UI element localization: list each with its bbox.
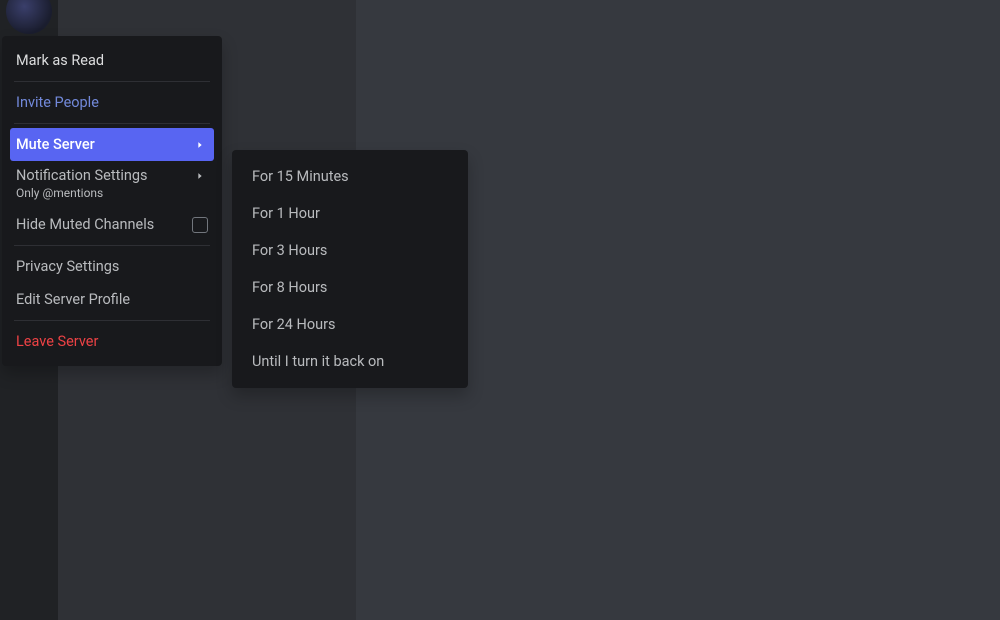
menu-label: Leave Server (16, 333, 98, 350)
submenu-item-3-hours[interactable]: For 3 Hours (240, 232, 460, 269)
menu-item-invite-people[interactable]: Invite People (10, 86, 214, 119)
menu-label: Invite People (16, 94, 99, 111)
menu-item-edit-server-profile[interactable]: Edit Server Profile (10, 283, 214, 316)
menu-sublabel: Only @mentions (16, 186, 103, 200)
chevron-right-icon (192, 137, 208, 153)
submenu-label: For 3 Hours (252, 242, 327, 259)
submenu-item-8-hours[interactable]: For 8 Hours (240, 269, 460, 306)
submenu-label: For 1 Hour (252, 205, 320, 222)
server-context-menu: Mark as Read Invite People Mute Server N… (2, 36, 222, 366)
menu-label: Notification Settings (16, 167, 147, 184)
menu-item-notification-settings[interactable]: Notification Settings Only @mentions (10, 161, 214, 208)
menu-item-mute-server[interactable]: Mute Server (10, 128, 214, 161)
menu-label: Mark as Read (16, 52, 104, 69)
menu-item-privacy-settings[interactable]: Privacy Settings (10, 250, 214, 283)
submenu-label: For 15 Minutes (252, 168, 349, 185)
menu-separator (14, 81, 210, 82)
menu-item-leave-server[interactable]: Leave Server (10, 325, 214, 358)
menu-separator (14, 320, 210, 321)
submenu-item-15-min[interactable]: For 15 Minutes (240, 158, 460, 195)
menu-label: Hide Muted Channels (16, 216, 154, 233)
server-avatar[interactable] (6, 0, 52, 34)
menu-separator (14, 123, 210, 124)
menu-separator (14, 245, 210, 246)
submenu-item-until-back-on[interactable]: Until I turn it back on (240, 343, 460, 380)
submenu-label: For 24 Hours (252, 316, 336, 333)
submenu-label: Until I turn it back on (252, 353, 384, 370)
checkbox-icon (192, 217, 208, 233)
menu-item-mark-read[interactable]: Mark as Read (10, 44, 214, 77)
menu-label: Edit Server Profile (16, 291, 130, 308)
menu-label: Mute Server (16, 136, 95, 153)
menu-item-hide-muted[interactable]: Hide Muted Channels (10, 208, 214, 241)
submenu-item-24-hours[interactable]: For 24 Hours (240, 306, 460, 343)
mute-duration-submenu: For 15 Minutes For 1 Hour For 3 Hours Fo… (232, 150, 468, 388)
submenu-item-1-hour[interactable]: For 1 Hour (240, 195, 460, 232)
submenu-label: For 8 Hours (252, 279, 327, 296)
menu-label: Privacy Settings (16, 258, 119, 275)
chevron-right-icon (192, 168, 208, 184)
